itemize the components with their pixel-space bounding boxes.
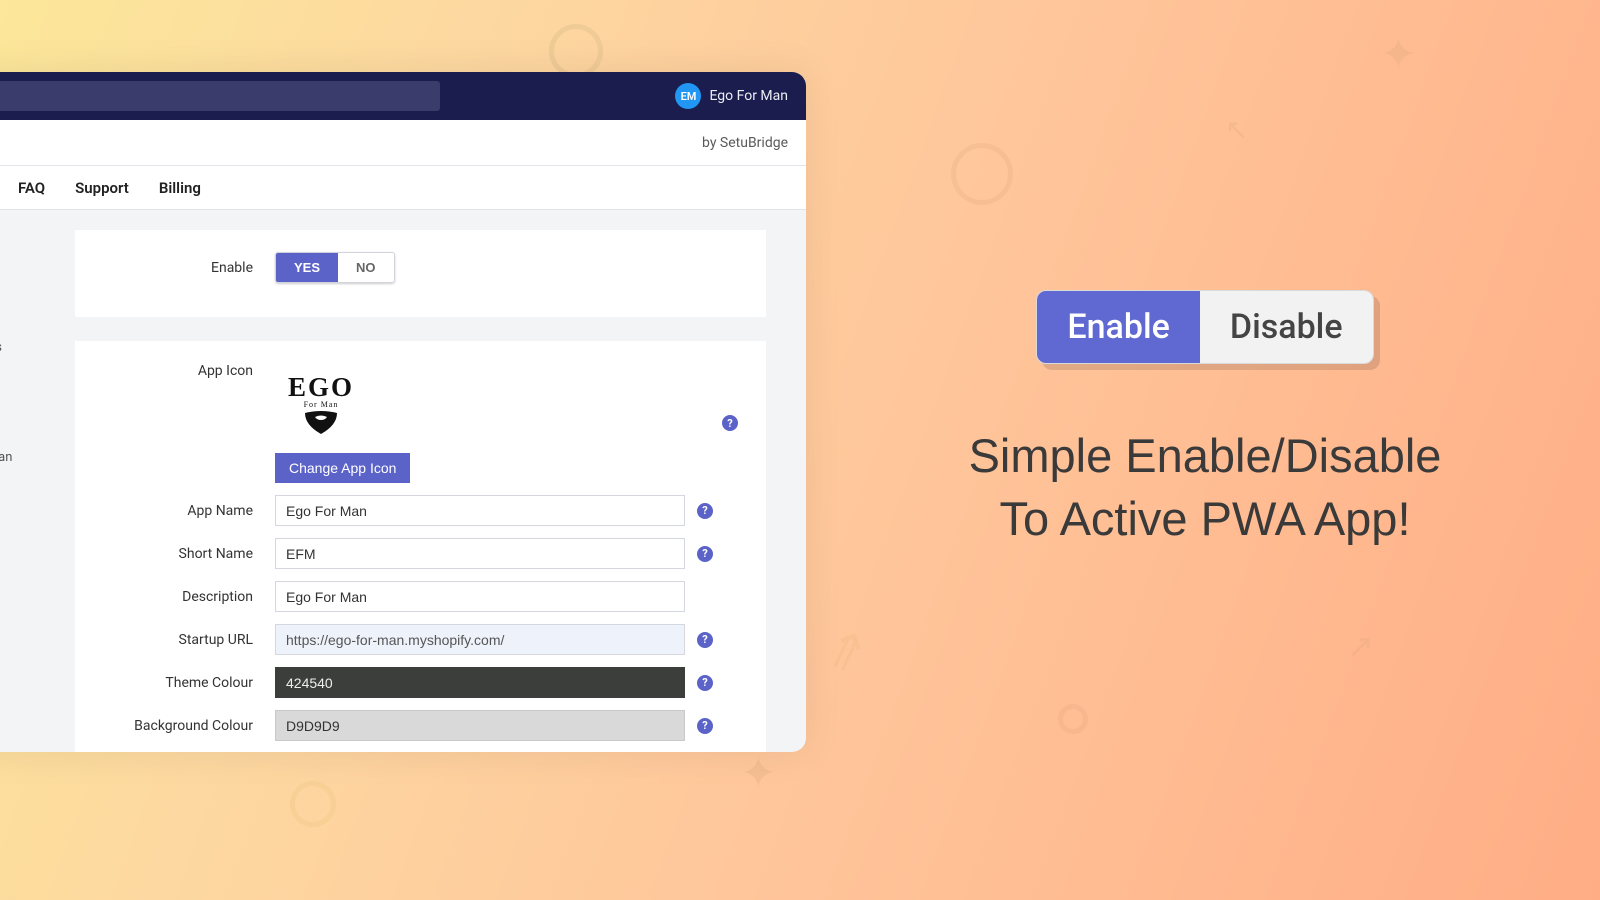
rocket-icon: ⇗ [815, 614, 877, 686]
background-colour-input[interactable] [275, 710, 685, 741]
marketing-panel: Enable Disable Simple Enable/Disable To … [870, 290, 1540, 551]
marketing-enable-pill: Enable [1037, 291, 1199, 363]
startup-url-input[interactable] [275, 624, 685, 655]
headline-line1: Simple Enable/Disable [969, 429, 1442, 482]
body-area: e is y can en, Enable YES NO App Icon [0, 210, 806, 752]
help-icon[interactable]: ? [697, 503, 713, 519]
change-app-icon-button[interactable]: Change App Icon [275, 453, 410, 483]
sparkle-icon: ✦ [740, 747, 777, 799]
tabs: FAQ Support Billing [0, 166, 806, 210]
sparkle-icon: ✦ [1380, 28, 1417, 80]
marketing-toggle: Enable Disable [1036, 290, 1373, 364]
short-name-label: Short Name [103, 546, 275, 562]
description-input[interactable] [275, 581, 685, 612]
enable-card: Enable YES NO [75, 230, 766, 317]
bg-ring [549, 24, 603, 78]
short-name-input[interactable] [275, 538, 685, 569]
enable-toggle: YES NO [275, 252, 395, 283]
subheader: by SetuBridge [0, 120, 806, 166]
tab-faq[interactable]: FAQ [18, 179, 45, 197]
app-name-label: App Name [103, 503, 275, 519]
help-icon[interactable]: ? [697, 632, 713, 648]
help-icon[interactable]: ? [697, 675, 713, 691]
app-window: EM Ego For Man by SetuBridge FAQ Support… [0, 72, 806, 752]
help-icon[interactable]: ? [697, 718, 713, 734]
help-icon[interactable]: ? [697, 546, 713, 562]
topbar: EM Ego For Man [0, 72, 806, 120]
enable-yes-button[interactable]: YES [276, 253, 338, 282]
marketing-headline: Simple Enable/Disable To Active PWA App! [870, 424, 1540, 551]
search-input[interactable] [0, 81, 440, 111]
bg-ring [951, 143, 1013, 205]
settings-card: App Icon EGO For Man Change App Icon [75, 341, 766, 752]
side-hint: e is [0, 338, 2, 358]
description-label: Description [103, 589, 275, 605]
app-icon-preview: EGO For Man [275, 363, 367, 443]
tab-support[interactable]: Support [75, 179, 129, 197]
enable-no-button[interactable]: NO [338, 253, 394, 282]
theme-colour-input[interactable] [275, 667, 685, 698]
app-icon-subtext: For Man [304, 400, 339, 409]
startup-url-label: Startup URL [103, 632, 275, 648]
bg-ring [1058, 704, 1088, 734]
bg-ring [290, 781, 336, 827]
by-line: by SetuBridge [702, 135, 788, 151]
app-icon-label: App Icon [103, 363, 275, 379]
store-name: Ego For Man [709, 88, 788, 104]
help-icon[interactable]: ? [722, 415, 738, 431]
side-hint: y can en, [0, 448, 12, 487]
tab-billing[interactable]: Billing [159, 179, 201, 197]
app-name-input[interactable] [275, 495, 685, 526]
app-icon-text: EGO [288, 372, 354, 403]
marketing-disable-pill: Disable [1200, 291, 1373, 363]
beard-icon [301, 411, 341, 435]
enable-label: Enable [103, 260, 275, 276]
theme-colour-label: Theme Colour [103, 675, 275, 691]
background-colour-label: Background Colour [103, 718, 275, 734]
avatar[interactable]: EM [675, 83, 701, 109]
headline-line2: To Active PWA App! [999, 492, 1410, 545]
cursor-icon: ↖ [1225, 113, 1248, 146]
cursor-icon: ↗ [1347, 627, 1374, 665]
